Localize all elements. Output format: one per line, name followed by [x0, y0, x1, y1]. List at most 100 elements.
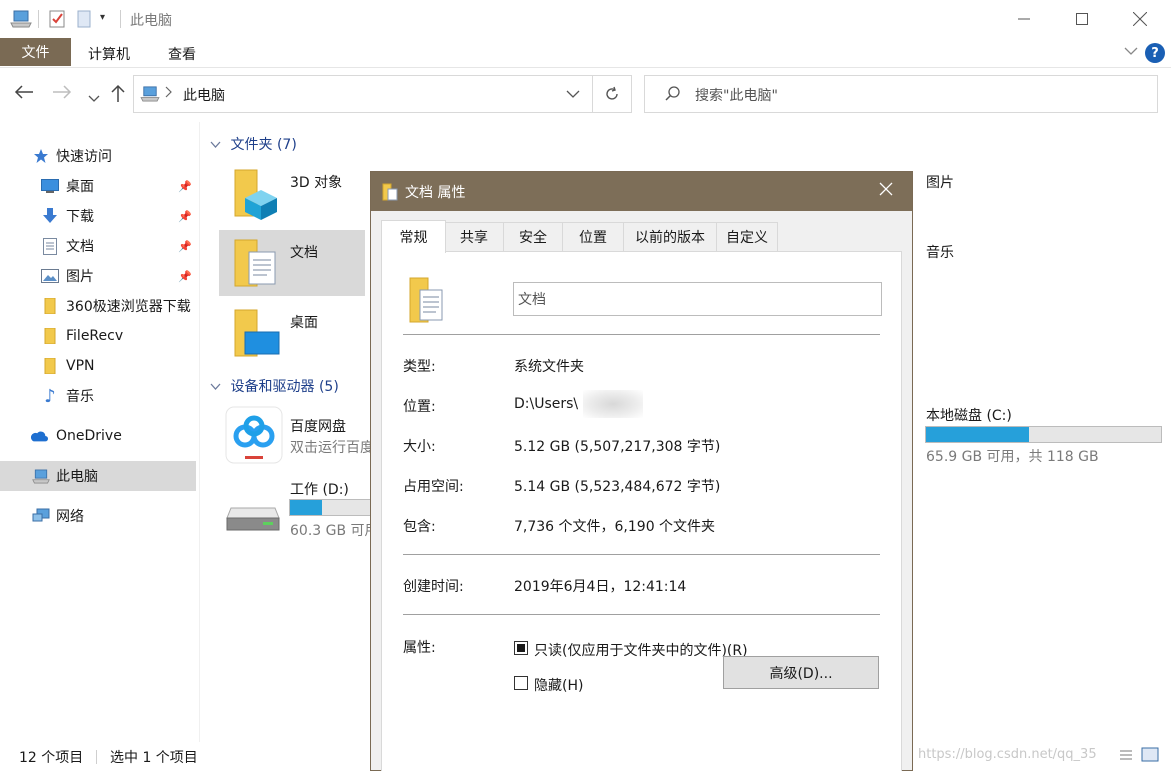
properties-dialog: 文档 属性 常规 共享 安全 位置 以前的版本 自定义 文档 类型: 系统文件夹… — [370, 171, 913, 771]
address-dropdown-icon[interactable] — [566, 88, 580, 104]
minimize-button[interactable] — [995, 0, 1053, 38]
sidebar-item-360-downloads[interactable]: 360极速浏览器下载 — [0, 291, 196, 321]
folder-label: 3D 对象 — [290, 175, 343, 191]
tab-previous-versions[interactable]: 以前的版本 — [623, 222, 717, 251]
sidebar-item-onedrive[interactable]: OneDrive — [0, 421, 196, 451]
tab-customize[interactable]: 自定义 — [716, 222, 778, 251]
drive-tile-c[interactable]: 本地磁盘 (C:) 65.9 GB 可用，共 118 GB — [913, 402, 1165, 472]
forward-button[interactable] — [52, 84, 72, 105]
back-button[interactable] — [14, 84, 34, 105]
device-tile-baidu[interactable]: 百度网盘 双击运行百度 — [219, 402, 371, 468]
drive-tile-d[interactable]: 工作 (D:) 60.3 GB 可用 — [219, 470, 371, 540]
search-icon — [665, 86, 681, 106]
folder-tile-3d-objects[interactable]: 3D 对象 — [219, 160, 365, 226]
type-label: 类型: — [403, 359, 436, 375]
folders-section-header[interactable]: 文件夹 (7) — [210, 134, 297, 154]
window-title: 此电脑 — [130, 13, 172, 29]
customize-toolbar-icon[interactable]: ▾ — [100, 12, 105, 23]
section-title: 设备和驱动器 (5) — [230, 379, 339, 395]
sidebar-item-label: FileRecv — [66, 328, 124, 344]
pin-icon[interactable]: 📌 — [178, 180, 192, 193]
tab-general[interactable]: 常规 — [381, 220, 446, 253]
pin-icon[interactable]: 📌 — [178, 210, 192, 223]
computer-icon[interactable] — [10, 10, 32, 32]
computer-icon — [140, 86, 160, 106]
hidden-label[interactable]: 隐藏(H) — [534, 675, 583, 695]
cloud-icon — [30, 427, 48, 445]
details-view-icon[interactable] — [1118, 748, 1134, 768]
section-title: 文件夹 (7) — [230, 137, 297, 153]
sidebar-item-label: 文档 — [66, 239, 94, 255]
created-value: 2019年6月4日，12:41:14 — [514, 579, 687, 595]
search-placeholder: 搜索"此电脑" — [695, 88, 778, 104]
properties-icon[interactable] — [48, 10, 66, 32]
address-bar[interactable]: 此电脑 — [133, 75, 593, 113]
hidden-checkbox[interactable] — [514, 676, 528, 690]
folder-name-field[interactable]: 文档 — [513, 282, 882, 316]
breadcrumb-chevron-icon — [165, 85, 173, 103]
tab-security[interactable]: 安全 — [503, 222, 563, 251]
advanced-button[interactable]: 高级(D)... — [723, 656, 879, 689]
sidebar-item-pictures[interactable]: 图片 📌 — [0, 261, 196, 291]
download-icon — [41, 207, 59, 225]
recent-locations-icon[interactable] — [88, 88, 100, 109]
readonly-label[interactable]: 只读(仅应用于文件夹中的文件)(R) — [534, 640, 748, 660]
sidebar-item-label: 下载 — [66, 209, 94, 225]
maximize-button[interactable] — [1053, 0, 1111, 38]
folder-label: 桌面 — [290, 315, 318, 331]
tab-sharing[interactable]: 共享 — [444, 222, 504, 251]
tab-view[interactable]: 查看 — [168, 44, 196, 64]
sidebar-item-label: 360极速浏览器下载 — [66, 299, 191, 315]
large-icons-view-icon[interactable] — [1141, 747, 1159, 767]
tab-computer[interactable]: 计算机 — [88, 44, 130, 64]
network-icon — [32, 507, 50, 525]
folder-tile-documents[interactable]: 文档 — [219, 230, 365, 296]
close-button[interactable] — [1111, 0, 1169, 38]
expand-ribbon-icon[interactable] — [1124, 44, 1138, 62]
desktop-icon — [41, 177, 59, 195]
sidebar-item-downloads[interactable]: 下载 📌 — [0, 201, 196, 231]
folder-label: 文档 — [290, 245, 318, 261]
drive-usage-fill — [290, 500, 322, 515]
up-button[interactable] — [110, 84, 126, 107]
refresh-button[interactable] — [592, 75, 632, 113]
drive-usage-bar — [925, 426, 1162, 443]
dialog-title: 文档 属性 — [405, 185, 466, 201]
drive-name: 本地磁盘 (C:) — [926, 408, 1012, 424]
size-label: 大小: — [403, 439, 436, 455]
sidebar-item-label: VPN — [66, 358, 95, 374]
readonly-checkbox[interactable] — [514, 641, 528, 655]
sidebar-item-quick-access[interactable]: 快速访问 — [0, 141, 196, 171]
dialog-close-button[interactable] — [879, 180, 893, 201]
address-text[interactable]: 此电脑 — [183, 85, 225, 105]
folder-tile-desktop[interactable]: 桌面 — [219, 300, 365, 366]
sidebar-item-desktop[interactable]: 桌面 📌 — [0, 171, 196, 201]
dialog-title-bar[interactable]: 文档 属性 — [371, 172, 912, 211]
tab-file[interactable]: 文件 — [0, 38, 71, 66]
sidebar-item-label: 网络 — [56, 509, 84, 525]
sidebar-item-network[interactable]: 网络 — [0, 501, 196, 531]
desktop-folder-icon — [231, 306, 281, 364]
sidebar-item-music[interactable]: ♪ 音乐 — [0, 381, 196, 411]
device-subtitle: 双击运行百度 — [290, 440, 371, 456]
sidebar-item-documents[interactable]: 文档 📌 — [0, 231, 196, 261]
search-box[interactable]: 搜索"此电脑" — [644, 75, 1158, 113]
new-folder-icon[interactable] — [76, 10, 92, 32]
tab-location[interactable]: 位置 — [562, 222, 624, 251]
documents-folder-icon — [408, 274, 446, 330]
drive-name: 工作 (D:) — [290, 482, 349, 498]
help-button[interactable]: ? — [1145, 43, 1165, 63]
location-value: D:\Users\ — [514, 396, 579, 412]
sidebar-item-filerecv[interactable]: FileRecv — [0, 321, 196, 351]
documents-folder-icon — [382, 183, 398, 205]
devices-section-header[interactable]: 设备和驱动器 (5) — [210, 376, 339, 396]
attributes-label: 属性: — [403, 640, 436, 656]
contains-label: 包含: — [403, 519, 436, 535]
sidebar-item-label: 此电脑 — [56, 469, 98, 485]
blurred-username — [583, 390, 643, 418]
sidebar-item-vpn[interactable]: VPN — [0, 351, 196, 381]
pin-icon[interactable]: 📌 — [178, 270, 192, 283]
drive-free-space: 60.3 GB 可用 — [290, 523, 371, 539]
sidebar-item-this-pc[interactable]: 此电脑 — [0, 461, 196, 491]
pin-icon[interactable]: 📌 — [178, 240, 192, 253]
